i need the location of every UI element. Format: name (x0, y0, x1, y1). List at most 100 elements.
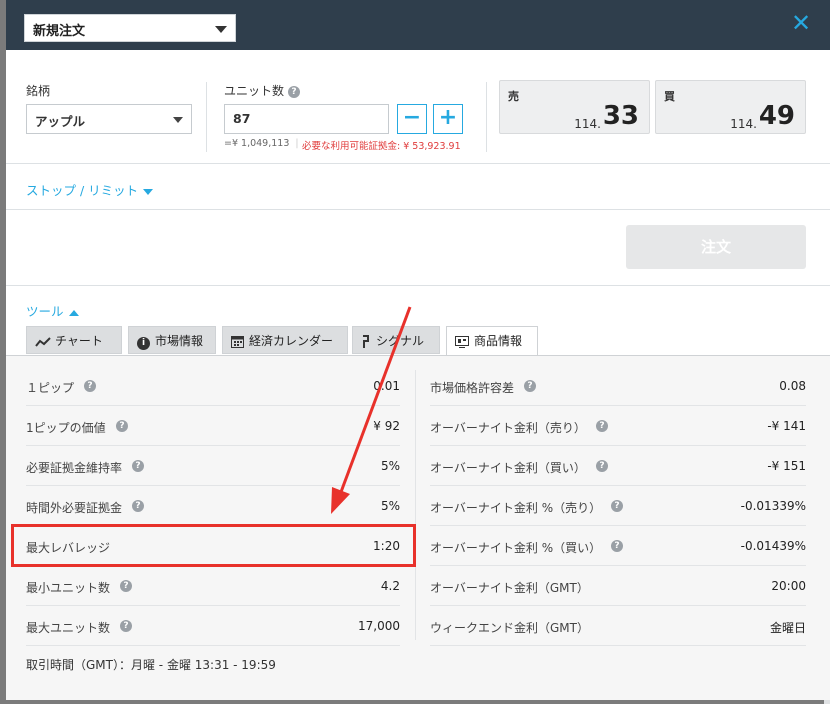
buy-label: 買 (664, 90, 675, 103)
sell-price-big: 33 (602, 101, 639, 131)
tab-label: チャート (55, 334, 103, 348)
help-icon[interactable]: ? (611, 540, 623, 552)
close-icon[interactable]: ✕ (790, 11, 812, 35)
tools-toggle[interactable]: ツール (26, 301, 79, 320)
symbol-label: 銘柄 (26, 84, 51, 98)
tab-product-info[interactable]: 商品情報 (446, 326, 538, 356)
info-icon: i (137, 337, 150, 350)
help-icon[interactable]: ? (132, 460, 144, 472)
tab-market-info[interactable]: i 市場情報 (128, 326, 216, 354)
help-icon[interactable]: ? (524, 380, 536, 392)
help-icon[interactable]: ? (596, 420, 608, 432)
info-row: 市場価格許容差? 0.08 (430, 366, 806, 406)
order-button[interactable]: 注文 (626, 225, 806, 269)
order-type-value: 新規注文 (33, 24, 86, 39)
notional-text: =¥ 1,049,113 (224, 138, 290, 149)
info-row: 最小ユニット数? 4.2 (26, 566, 400, 606)
info-label: オーバーナイト金利 %（買い） (430, 541, 602, 555)
trading-hours: 取引時間（GMT）：月曜 - 金曜 13:31 - 19:59 (26, 658, 276, 672)
product-info-icon (455, 335, 469, 348)
help-icon[interactable]: ? (132, 500, 144, 512)
buy-price-big: 49 (758, 101, 795, 131)
divider (415, 370, 416, 640)
units-label-text: ユニット数 (224, 84, 285, 98)
info-row: 時間外必要証拠金? 5% (26, 486, 400, 526)
info-row: １ピップ? 0.01 (26, 366, 400, 406)
info-value: ¥ 92 (373, 419, 400, 433)
notional-value: =¥ 1,049,113 | (224, 138, 305, 149)
info-value: 5% (380, 499, 400, 513)
tab-label: 市場情報 (155, 334, 204, 348)
info-label: オーバーナイト金利（買い） (430, 461, 586, 475)
symbol-select[interactable]: アップル (26, 104, 192, 134)
help-icon[interactable]: ? (596, 460, 608, 472)
chart-line-icon (35, 336, 51, 347)
info-value: -¥ 141 (767, 419, 806, 433)
info-row: 最大ユニット数? 17,000 (26, 606, 400, 646)
help-icon[interactable]: ? (120, 620, 132, 632)
decrease-units-button[interactable]: − (397, 104, 427, 134)
info-row: ウィークエンド金利（GMT） 金曜日 (430, 606, 806, 646)
chevron-down-icon (173, 117, 183, 123)
info-value: -0.01339% (740, 499, 806, 513)
info-row: オーバーナイト金利（買い）? -¥ 151 (430, 446, 806, 486)
stop-limit-toggle[interactable]: ストップ / リミット (26, 180, 154, 199)
info-value: -¥ 151 (767, 459, 806, 473)
tab-label: 商品情報 (474, 334, 523, 348)
new-order-dialog: 新規注文 ✕ 銘柄 アップル ユニット数? 87 − + =¥ 1,049,11… (6, 0, 830, 700)
symbol-value: アップル (35, 114, 86, 129)
info-row: オーバーナイト金利 %（買い）? -0.01439% (430, 526, 806, 566)
info-row: オーバーナイト金利 %（売り）? -0.01339% (430, 486, 806, 526)
tab-label: シグナル (376, 334, 425, 348)
info-label: オーバーナイト金利 %（売り） (430, 501, 602, 515)
info-label: オーバーナイト金利（GMT） (430, 581, 589, 595)
info-value: 0.01 (373, 379, 400, 393)
info-label: １ピップ (26, 381, 75, 395)
increase-units-button[interactable]: + (433, 104, 463, 134)
info-label: 時間外必要証拠金 (26, 501, 123, 515)
required-margin: 必要な利用可能証拠金: ¥ 53,923.91 (302, 141, 461, 152)
order-type-select[interactable]: 新規注文 (24, 14, 236, 42)
sell-price-prefix: 114. (574, 117, 601, 131)
info-value: 20:00 (771, 579, 806, 593)
tools-label: ツール (26, 304, 64, 319)
tab-signal[interactable]: シグナル (352, 326, 440, 354)
help-icon[interactable]: ? (116, 420, 128, 432)
info-row: 1ピップの価値? ¥ 92 (26, 406, 400, 446)
divider (486, 82, 487, 152)
info-value: 0.08 (779, 379, 806, 393)
buy-price-prefix: 114. (730, 117, 757, 131)
dialog-header: 新規注文 ✕ (6, 0, 830, 50)
buy-price-button[interactable]: 買 114. 49 (655, 80, 806, 134)
help-icon[interactable]: ? (611, 500, 623, 512)
units-label: ユニット数? (224, 82, 301, 99)
divider (6, 209, 830, 210)
info-value: 4.2 (380, 579, 400, 593)
tab-economic-calendar[interactable]: 経済カレンダー (222, 326, 348, 354)
help-icon[interactable]: ? (120, 580, 132, 592)
caret-down-icon (143, 188, 154, 195)
info-label: オーバーナイト金利（売り） (430, 421, 586, 435)
divider (6, 285, 830, 286)
chevron-down-icon (215, 26, 227, 33)
info-label: ウィークエンド金利（GMT） (430, 621, 589, 635)
info-value: 17,000 (358, 619, 400, 633)
caret-up-icon (68, 309, 79, 316)
divider: | (295, 138, 299, 149)
divider (6, 163, 830, 164)
stop-limit-label: ストップ / リミット (26, 183, 139, 198)
tab-label: 経済カレンダー (249, 334, 334, 348)
tab-chart[interactable]: チャート (26, 326, 122, 354)
info-value: 金曜日 (769, 621, 806, 635)
info-label: 最大ユニット数 (26, 621, 111, 635)
highlight-box (11, 524, 416, 567)
calendar-icon (231, 336, 244, 348)
info-label: 最小ユニット数 (26, 581, 111, 595)
sell-price-button[interactable]: 売 114. 33 (499, 80, 650, 134)
info-value: -0.01439% (740, 539, 806, 553)
help-icon[interactable]: ? (84, 380, 96, 392)
info-row: オーバーナイト金利（売り）? -¥ 141 (430, 406, 806, 446)
help-icon[interactable]: ? (288, 85, 301, 98)
info-row: 必要証拠金維持率? 5% (26, 446, 400, 486)
units-input[interactable]: 87 (224, 104, 389, 134)
